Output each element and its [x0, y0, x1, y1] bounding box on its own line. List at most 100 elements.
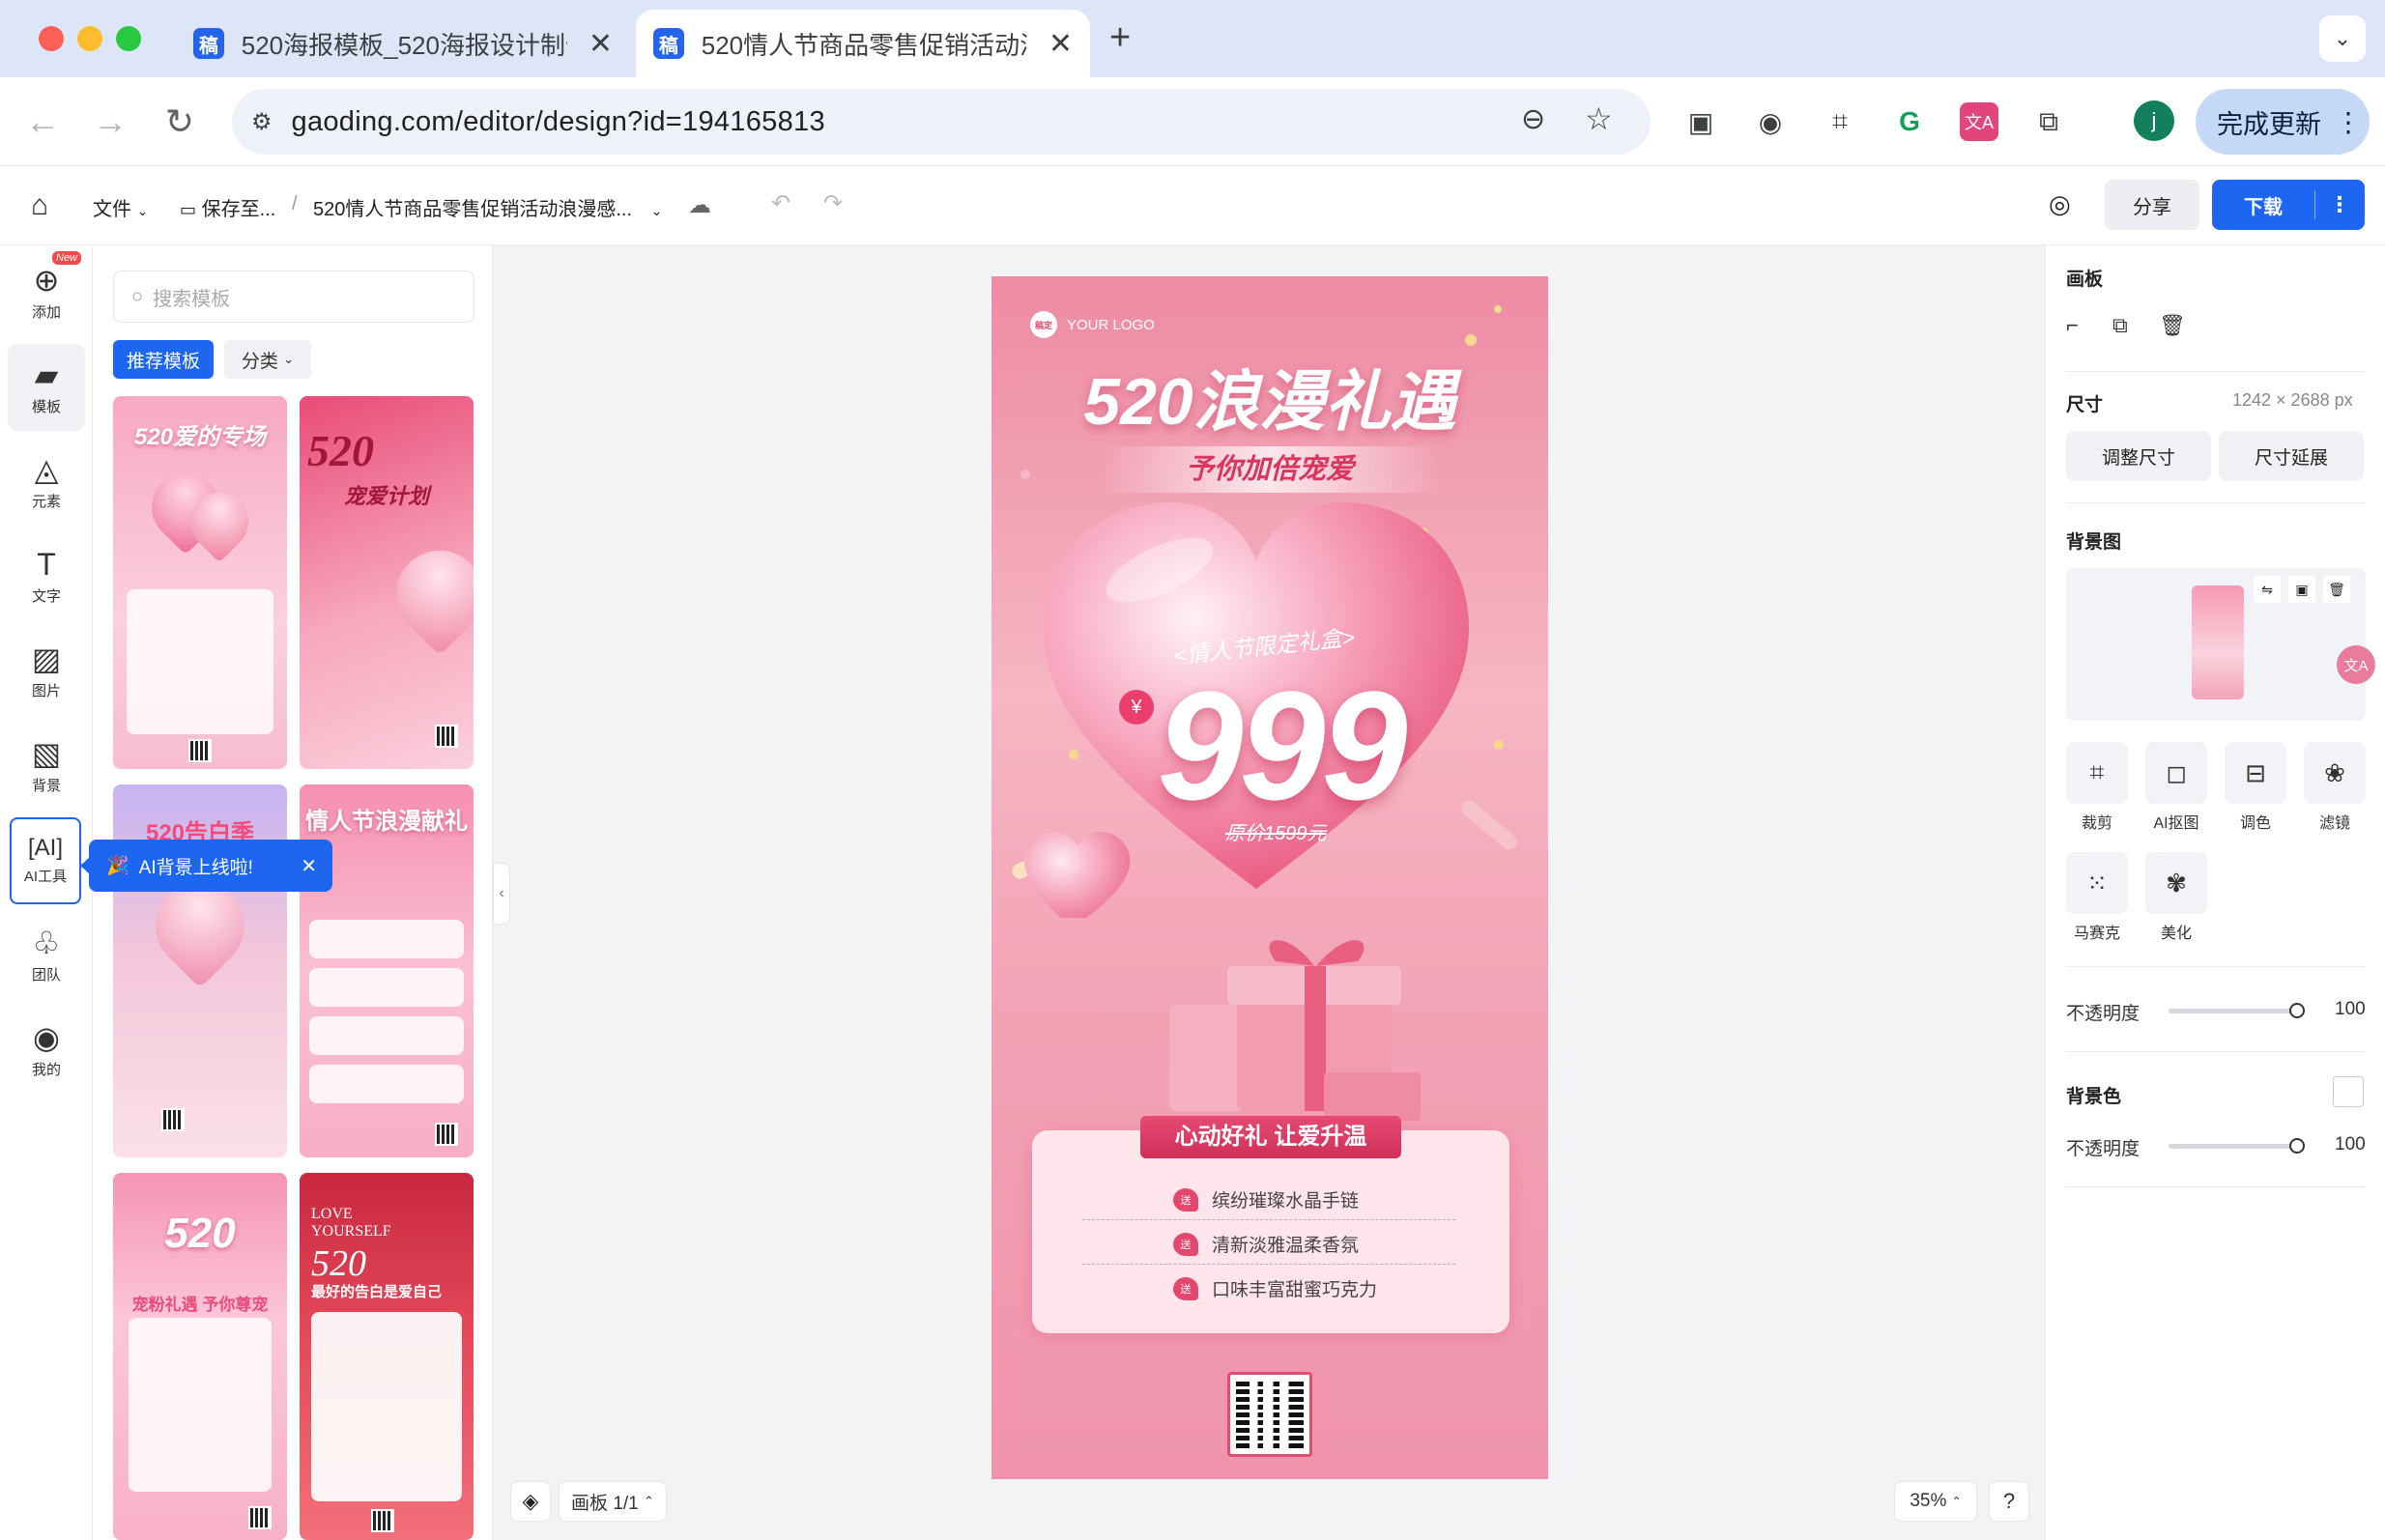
flip-icon[interactable]: ⇋ — [2254, 576, 2281, 603]
opacity-slider-track[interactable] — [2169, 1009, 2298, 1013]
opacity-value[interactable]: 100 — [2335, 1134, 2366, 1155]
extend-size-button[interactable]: 尺寸延展 — [2219, 431, 2364, 481]
tab-close-icon[interactable]: ✕ — [1049, 27, 1073, 61]
duplicate-icon[interactable]: ⧉ — [2112, 313, 2128, 338]
back-arrow-icon[interactable]: ← — [19, 99, 66, 145]
poster-qr-code[interactable] — [1227, 1372, 1312, 1457]
crop-icon[interactable]: ⌗ — [2066, 742, 2128, 804]
zoom-control[interactable]: 35% ⌃ — [1894, 1481, 1977, 1522]
address-bar[interactable]: ⚙ gaoding.com/editor/design?id=194165813… — [232, 89, 1651, 155]
template-card[interactable]: LOVE YOURSELF 520 最好的告白是爱自己 — [300, 1173, 474, 1540]
recommended-tab[interactable]: 推荐模板 — [113, 340, 214, 379]
help-button[interactable]: ? — [1989, 1481, 2029, 1522]
update-button[interactable]: 完成更新 ⋮ — [2196, 89, 2370, 155]
site-info-icon[interactable]: ⚙ — [251, 108, 273, 136]
delete-icon[interactable]: 🗑 — [2159, 313, 2186, 338]
bg-image-preview[interactable]: ⇋ ▣ 🗑 — [2066, 568, 2366, 721]
zoom-magnifier-icon[interactable]: ⊖ — [1521, 102, 1545, 136]
template-card-info — [127, 589, 273, 734]
mosaic-icon[interactable]: ⁙ — [2066, 852, 2128, 914]
heart-graphic — [378, 532, 474, 656]
close-window-button[interactable] — [39, 26, 64, 51]
rail-item-background[interactable]: ▧ 背景 — [8, 723, 85, 810]
share-button[interactable]: 分享 — [2105, 180, 2199, 230]
tab-close-icon[interactable]: ✕ — [589, 27, 613, 61]
poster-price[interactable]: 999 — [1131, 657, 1430, 835]
chevron-down-icon: ⌄ — [650, 203, 663, 218]
poster-title[interactable]: 520浪漫礼遇 — [1005, 348, 1535, 443]
redo-icon[interactable]: ↷ — [823, 189, 843, 217]
close-icon[interactable]: ✕ — [301, 854, 317, 878]
document-title[interactable]: 520情人节商品零售促销活动浪漫感... ⌄ — [313, 193, 662, 221]
template-card-info — [309, 968, 464, 1007]
delete-icon[interactable]: 🗑 — [2323, 576, 2350, 603]
forward-arrow-icon[interactable]: → — [87, 99, 133, 145]
opacity-slider-knob[interactable] — [2289, 1003, 2305, 1018]
rail-item-mine[interactable]: ◉ 我的 — [8, 1007, 85, 1094]
extensions-puzzle-icon[interactable]: ⧉ — [2029, 102, 2068, 141]
category-dropdown[interactable]: 分类 ⌄ — [224, 340, 311, 379]
rail-item-team[interactable]: ♧ 团队 — [8, 912, 85, 999]
undo-icon[interactable]: ↶ — [771, 189, 790, 217]
bg-color-swatch[interactable] — [2333, 1076, 2364, 1107]
poster-ribbon-title[interactable]: 心动好礼 让爱升温 — [1140, 1116, 1401, 1158]
tab-search-chevron-icon[interactable]: ⌄ — [2319, 15, 2366, 62]
poster-gift-item[interactable]: 送 口味丰富甜蜜巧克力 — [1173, 1275, 1377, 1301]
camera-icon[interactable]: ◉ — [1751, 102, 1790, 141]
rail-item-images[interactable]: ▨ 图片 — [8, 628, 85, 715]
beautify-icon[interactable]: ✾ — [2145, 852, 2207, 914]
template-card[interactable]: 520 宠粉礼遇 予你尊宠 — [113, 1173, 287, 1540]
crop-screenshot-icon[interactable]: ⌗ — [1821, 102, 1859, 141]
cloud-save-icon[interactable]: ☁ — [688, 191, 711, 219]
poster-original-price[interactable]: 原价1599元 — [1225, 817, 1327, 845]
tab-favicon-icon: 稿 — [193, 28, 224, 59]
color-adjust-icon[interactable]: ⊟ — [2225, 742, 2286, 804]
reload-icon[interactable]: ↻ — [157, 99, 203, 145]
rail-item-add[interactable]: ⊕ New 添加 — [8, 249, 85, 336]
target-icon[interactable]: ◎ — [2049, 189, 2071, 219]
rail-label: 图片 — [31, 682, 61, 699]
translate-icon[interactable]: 文A — [1960, 102, 1998, 141]
template-card[interactable]: 520爱的专场 — [113, 396, 287, 769]
bookmark-star-icon[interactable]: ☆ — [1585, 100, 1613, 137]
replace-image-icon[interactable]: ▣ — [2288, 576, 2315, 603]
rail-item-elements[interactable]: ◬ 元素 — [8, 439, 85, 526]
translate-float-icon[interactable]: 文A — [2337, 645, 2375, 684]
browser-tab-active[interactable]: 稿 520情人节商品零售促销活动浪漫感 ✕ — [636, 10, 1090, 77]
ai-cutout-icon[interactable]: ◻ — [2145, 742, 2207, 804]
browser-tab[interactable]: 稿 520海报模板_520海报设计制作 ✕ — [176, 10, 630, 77]
format-painter-icon[interactable]: ⌐ — [2066, 313, 2079, 338]
maximize-window-button[interactable] — [116, 26, 141, 51]
rail-item-templates[interactable]: ▰ 模板 — [8, 344, 85, 431]
save-to-menu[interactable]: ▭ 保存至... — [180, 193, 275, 221]
artboard-indicator[interactable]: 画板 1/1 ⌃ — [559, 1481, 667, 1522]
opacity-slider-knob[interactable] — [2289, 1138, 2305, 1154]
more-vertical-icon[interactable]: ⋮ — [2335, 106, 2362, 138]
extension-grid-icon[interactable]: ▣ — [1681, 102, 1720, 141]
poster-gift-item[interactable]: 送 清新淡雅温柔香氛 — [1173, 1231, 1359, 1257]
download-button[interactable]: 下载 ⋮ — [2212, 180, 2365, 230]
more-vertical-icon[interactable]: ⋮ — [2315, 192, 2364, 217]
opacity-slider-track[interactable] — [2169, 1144, 2298, 1149]
file-menu[interactable]: 文件 ⌄ — [93, 193, 148, 221]
profile-avatar[interactable]: j — [2134, 100, 2174, 141]
rail-item-ai-tools[interactable]: [AI] AI工具 — [10, 817, 81, 904]
layers-icon[interactable]: ◈ — [510, 1481, 551, 1522]
opacity-value[interactable]: 100 — [2335, 999, 2366, 1020]
grammarly-icon[interactable]: G — [1890, 102, 1929, 141]
poster-gift-item[interactable]: 送 缤纷璀璨水晶手链 — [1173, 1186, 1359, 1212]
minimize-window-button[interactable] — [77, 26, 102, 51]
template-search-input[interactable]: ○ 搜索模板 — [113, 271, 474, 323]
template-card[interactable]: 520 宠爱计划 — [300, 396, 474, 769]
gift-box-graphic[interactable] — [1160, 927, 1421, 1121]
filter-icon[interactable]: ❀ — [2304, 742, 2366, 804]
adjust-size-button[interactable]: 调整尺寸 — [2066, 431, 2211, 481]
rail-item-text[interactable]: T 文字 — [8, 533, 85, 620]
collapse-panel-chevron-icon[interactable]: ‹ — [493, 863, 510, 925]
url-text[interactable]: gaoding.com/editor/design?id=194165813 — [292, 106, 825, 138]
home-icon[interactable]: ⌂ — [31, 189, 48, 222]
new-badge: New — [52, 251, 82, 265]
divider — [2066, 502, 2366, 503]
new-tab-icon[interactable]: + — [1109, 17, 1131, 59]
poster-logo[interactable]: 稿定 YOUR LOGO — [1030, 311, 1155, 338]
